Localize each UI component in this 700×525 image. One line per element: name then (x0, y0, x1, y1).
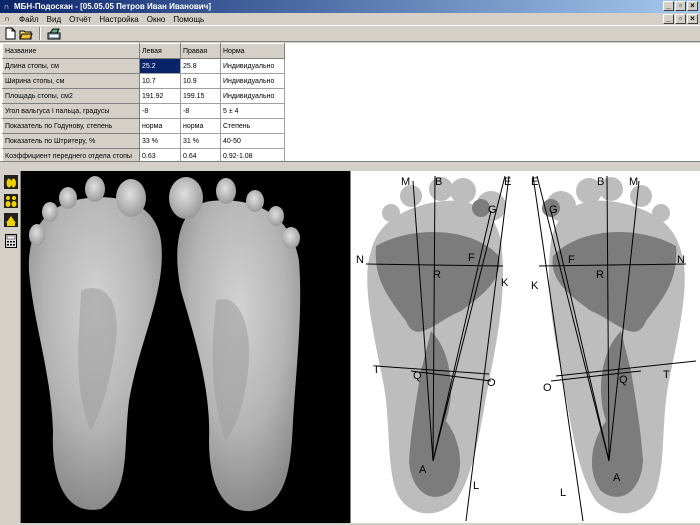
left-foot-contour (367, 177, 506, 514)
toolbar-separator (39, 27, 41, 40)
table-row: Ширина стопы, см 10.7 10.9 Индивидуально (2, 73, 285, 89)
label-o-right: O (543, 382, 552, 394)
table-cell[interactable]: 191.92 (139, 88, 181, 104)
label-m-left: M (401, 176, 410, 188)
table-cell[interactable]: -8 (139, 103, 181, 119)
menu-file[interactable]: Файл (15, 15, 43, 24)
podometric-diagram[interactable]: M B E G N R F K T Q O A L E B M G F R N … (350, 171, 700, 523)
label-r-left: R (433, 269, 441, 281)
splitter-bar[interactable] (0, 161, 700, 171)
row-label: Показатель по Годунову, степень (2, 118, 140, 134)
table-row: Показатель по Годунову, степень норма но… (2, 118, 285, 134)
side-toolbar (0, 171, 21, 525)
menu-view[interactable]: Вид (43, 15, 65, 24)
column-header-right[interactable]: Правая (180, 43, 221, 59)
calculator-icon[interactable] (3, 233, 19, 249)
label-f-left: F (468, 252, 475, 264)
label-q-left: Q (413, 370, 422, 382)
toolbar (0, 25, 700, 42)
menu-window[interactable]: Окно (143, 15, 170, 24)
column-header-left[interactable]: Левая (139, 43, 181, 59)
doc-restore-button[interactable]: ▫ (675, 14, 686, 24)
label-l-right: L (560, 487, 566, 499)
table-header-row: Название Левая Правая Норма (2, 43, 285, 59)
label-b-right: B (597, 176, 604, 188)
table-row: Показатель по Штритеру, % 33 % 31 % 40-5… (2, 133, 285, 149)
table-cell[interactable]: 40-50 (220, 133, 285, 149)
table-cell[interactable]: Индивидуально (220, 58, 285, 74)
scanner-icon[interactable] (47, 27, 61, 41)
menu-report[interactable]: Отчёт (65, 15, 95, 24)
app-window: ∩ МБН-Подоскан - [05.05.05 Петров Иван И… (0, 0, 700, 525)
feet-compare-icon[interactable] (3, 212, 19, 228)
doc-minimize-button[interactable]: _ (663, 14, 674, 24)
menu-settings[interactable]: Настройка (95, 15, 142, 24)
label-q-right: Q (619, 374, 628, 386)
label-f-right: F (568, 254, 575, 266)
label-l-left: L (473, 480, 479, 492)
table-cell[interactable]: Степень (220, 118, 285, 134)
document-menu-icon[interactable]: ∩ (2, 14, 12, 24)
footprint-app-icon: ∩ (3, 2, 10, 11)
label-a-right: A (613, 472, 621, 484)
title-bar[interactable]: ∩ МБН-Подоскан - [05.05.05 Петров Иван И… (0, 0, 700, 13)
label-g-left: G (488, 204, 497, 216)
label-g-right: G (549, 204, 558, 216)
new-document-icon[interactable] (3, 27, 17, 41)
label-k-right: K (531, 280, 539, 292)
table-cell[interactable]: 25.8 (180, 58, 221, 74)
row-label: Площадь стопы, см2 (2, 88, 140, 104)
table-row: Длина стопы, см 25.2 25.8 Индивидуально (2, 58, 285, 74)
table-row: Угол вальгуса I пальца, градусы -8 -8 5 … (2, 103, 285, 119)
both-feet-icon[interactable] (3, 193, 19, 209)
label-n-left: N (356, 254, 364, 266)
label-e-left: E (504, 176, 511, 188)
footprint-scan-image[interactable] (21, 171, 350, 523)
foot-scan-icon[interactable] (3, 174, 19, 190)
label-r-right: R (596, 269, 604, 281)
parameters-table: Название Левая Правая Норма Длина стопы,… (2, 43, 285, 164)
table-cell[interactable]: Индивидуально (220, 88, 285, 104)
right-foot-print (169, 177, 301, 512)
column-header-norm[interactable]: Норма (220, 43, 285, 59)
label-b-left: B (435, 176, 442, 188)
window-title: МБН-Подоскан - [05.05.05 Петров Иван Ива… (14, 2, 211, 11)
table-cell[interactable]: 10.9 (180, 73, 221, 89)
label-k-left: K (501, 277, 509, 289)
label-a-left: A (419, 464, 427, 476)
row-label: Ширина стопы, см (2, 73, 140, 89)
close-button[interactable]: × (687, 1, 698, 11)
table-row: Площадь стопы, см2 191.92 199.15 Индивид… (2, 88, 285, 104)
parameters-panel: Название Левая Правая Норма Длина стопы,… (0, 43, 700, 164)
maximize-button[interactable]: ▫ (675, 1, 686, 11)
table-cell[interactable]: 10.7 (139, 73, 181, 89)
menu-help[interactable]: Помощь (169, 15, 208, 24)
table-cell[interactable]: норма (139, 118, 181, 134)
open-folder-icon[interactable] (19, 27, 33, 41)
menu-bar: ∩ Файл Вид Отчёт Настройка Окно Помощь _… (0, 13, 700, 25)
column-header-name[interactable]: Название (2, 43, 140, 59)
label-n-right: N (677, 254, 685, 266)
table-cell[interactable]: норма (180, 118, 221, 134)
row-label: Угол вальгуса I пальца, градусы (2, 103, 140, 119)
row-label: Длина стопы, см (2, 58, 140, 74)
right-foot-contour (542, 177, 685, 514)
label-t-right: T (663, 369, 670, 381)
table-cell[interactable]: Индивидуально (220, 73, 285, 89)
table-cell[interactable]: 33 % (139, 133, 181, 149)
doc-close-button[interactable]: × (687, 14, 698, 24)
left-foot-print (28, 176, 162, 510)
table-cell[interactable]: 5 ± 4 (220, 103, 285, 119)
minimize-button[interactable]: _ (663, 1, 674, 11)
row-label: Показатель по Штритеру, % (2, 133, 140, 149)
label-m-right: M (629, 176, 638, 188)
table-cell[interactable]: 31 % (180, 133, 221, 149)
label-e-right: E (531, 176, 538, 188)
table-cell[interactable]: 199.15 (180, 88, 221, 104)
table-cell[interactable]: 25.2 (139, 58, 181, 74)
label-t-left: T (373, 364, 380, 376)
table-cell[interactable]: -8 (180, 103, 221, 119)
label-o-left: O (487, 377, 496, 389)
